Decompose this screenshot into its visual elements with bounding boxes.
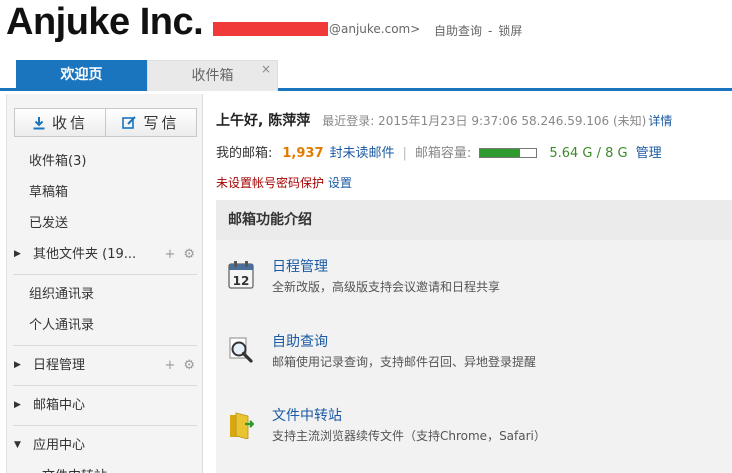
app-center-label: 应用中心 [33,438,86,453]
compose-icon [122,115,137,130]
capacity-fill [480,148,520,157]
sidebar-item-drafts[interactable]: 草稿箱 [7,177,203,208]
divider [13,345,197,346]
mail-center-label: 邮箱中心 [33,398,86,413]
capacity-label: 邮箱容量: [414,146,472,161]
tab-welcome[interactable]: 欢迎页 [16,60,147,91]
close-icon[interactable]: × [261,54,271,85]
mailbox-status: 我的邮箱: 1,937 封未读邮件 | 邮箱容量: 5.64 G / 8 G 管理 [216,142,662,161]
company-logo: Anjuke Inc. [6,1,204,43]
unread-label[interactable]: 封未读邮件 [330,146,395,161]
divider [13,385,197,386]
user-email: en@anjuke.com> [314,22,421,36]
redacted-name [213,21,328,36]
folder-tools: + ⚙ [156,239,195,270]
receive-button[interactable]: 收信 [14,108,106,137]
compose-label: 写信 [143,114,180,132]
tab-bar: 欢迎页 收件箱 × [0,60,732,91]
folder-nav: 收件箱(3) 草稿箱 已发送 ▶ 其他文件夹 (19... + ⚙ 组织通讯录 个… [7,146,203,473]
expand-arrow-icon[interactable]: ▶ [14,350,21,381]
other-folders-label: 其他文件夹 (19... [33,247,137,262]
feature-item-self-query: 自助查询 邮箱使用记录查询，支持邮件召回、异地登录提醒 [216,331,732,391]
warning-text: 未设置帐号密码保护 [216,176,325,190]
gear-icon[interactable]: ⚙ [183,247,195,262]
greeting-line: 上午好, 陈萍萍 最近登录: 2015年1月23日 9:37:06 58.246.… [216,110,672,130]
feature-self-query-desc: 邮箱使用记录查询，支持邮件召回、异地登录提醒 [272,355,537,369]
sidebar-item-mail-center[interactable]: ▶ 邮箱中心 [7,390,203,421]
calendar-label: 日程管理 [33,358,86,373]
file-transfer-icon [228,409,255,440]
add-icon[interactable]: + [164,247,175,262]
link-separator: - [488,24,493,38]
add-icon[interactable]: + [164,358,175,373]
feature-calendar-name[interactable]: 日程管理 [272,256,328,276]
sidebar-item-personal-contacts[interactable]: 个人通讯录 [7,310,203,341]
divider [13,274,197,275]
sidebar-item-sent[interactable]: 已发送 [7,208,203,239]
expand-arrow-icon[interactable]: ▶ [14,239,21,270]
capacity-bar [479,147,538,158]
tab-inbox-label: 收件箱 [191,68,234,84]
separator: | [402,146,407,161]
unread-count[interactable]: 1,937 [282,146,323,161]
feature-item-file-transfer: 文件中转站 支持主流浏览器续传文件（支持Chrome，Safari） [216,405,732,465]
header-links: 自助查询 - 锁屏 [434,22,522,39]
sidebar: 收信 写信 收件箱(3) 草稿箱 已发送 ▶ 其他文件夹 (19... + ⚙ 组… [6,94,203,473]
calendar-icon: 12 [228,260,254,290]
sidebar-item-app-center[interactable]: ▼ 应用中心 [7,430,203,461]
sidebar-item-org-contacts[interactable]: 组织通讯录 [7,279,203,310]
receive-label: 收信 [51,114,88,132]
svg-text:12: 12 [233,274,250,288]
magnifier-icon [228,335,254,365]
sidebar-item-calendar[interactable]: ▶ 日程管理 + ⚙ [7,350,203,381]
sidebar-item-file-transfer[interactable]: 文件中转站 [7,461,203,473]
intro-title: 邮箱功能介绍 [216,200,732,240]
gear-icon[interactable]: ⚙ [183,358,195,373]
download-icon [32,116,46,130]
feature-item-calendar: 12 日程管理 全新改版，高级版支持会议邀请和日程共享 [216,256,732,316]
sidebar-item-other-folders[interactable]: ▶ 其他文件夹 (19... + ⚙ [7,239,203,270]
tab-inbox[interactable]: 收件箱 × [147,60,278,91]
welcome-panel: 上午好, 陈萍萍 最近登录: 2015年1月23日 9:37:06 58.246.… [204,94,732,473]
details-link[interactable]: 详情 [648,114,672,128]
collapse-arrow-icon[interactable]: ▼ [14,430,21,461]
sidebar-item-inbox[interactable]: 收件箱(3) [7,146,203,177]
last-login: 最近登录: 2015年1月23日 9:37:06 58.246.59.106 (… [322,114,647,128]
self-query-link[interactable]: 自助查询 [434,24,482,38]
feature-calendar-desc: 全新改版，高级版支持会议邀请和日程共享 [272,280,501,294]
security-warning: 未设置帐号密码保护 设置 [216,174,352,191]
mail-actions: 收信 写信 [14,108,197,137]
feature-file-transfer-name[interactable]: 文件中转站 [272,405,342,425]
setup-link[interactable]: 设置 [328,176,352,190]
mailbox-label: 我的邮箱: [216,146,273,161]
user-identity: en@anjuke.com> [213,21,421,40]
calendar-tools: + ⚙ [156,350,195,381]
capacity-value: 5.64 G / 8 G [549,146,628,161]
greeting: 上午好, 陈萍萍 [216,113,311,129]
divider [13,425,197,426]
lock-screen-link[interactable]: 锁屏 [498,24,522,38]
feature-file-transfer-desc: 支持主流浏览器续传文件（支持Chrome，Safari） [272,429,546,443]
feature-intro: 邮箱功能介绍 12 日程管理 全新改版，高级版支持会议邀请和日程共享 自助查询 … [216,200,732,473]
feature-self-query-name[interactable]: 自助查询 [272,331,328,351]
manage-link[interactable]: 管理 [636,146,662,161]
compose-button[interactable]: 写信 [106,108,197,137]
expand-arrow-icon[interactable]: ▶ [14,390,21,421]
